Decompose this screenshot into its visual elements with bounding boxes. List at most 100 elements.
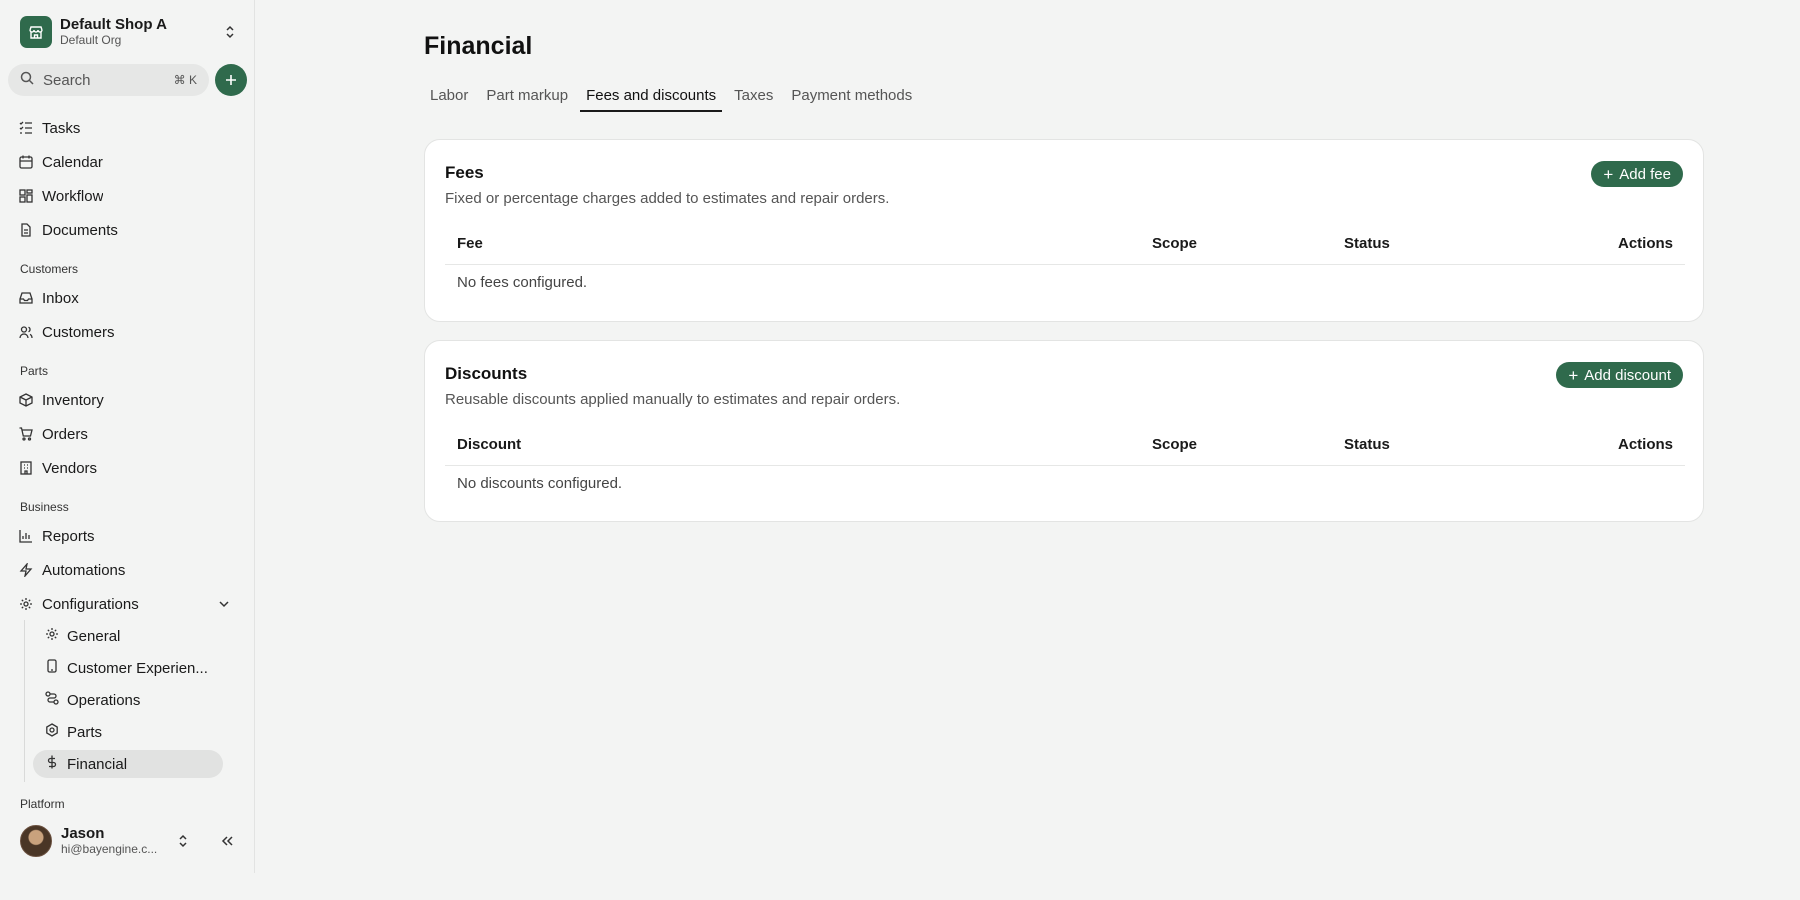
- nav-item-workflow[interactable]: Workflow: [12, 182, 238, 210]
- collapse-sidebar-icon[interactable]: [219, 833, 235, 849]
- cart-icon: [18, 426, 34, 442]
- search-icon: [20, 71, 34, 90]
- discounts-description: Reusable discounts applied manually to e…: [445, 391, 901, 408]
- sub-item-operations[interactable]: Operations: [33, 686, 223, 714]
- nav-item-documents[interactable]: Documents: [12, 216, 238, 244]
- tab-bar: Labor Part markup Fees and discounts Tax…: [424, 84, 924, 112]
- add-discount-button[interactable]: + Add discount: [1556, 362, 1683, 388]
- plus-icon: +: [1568, 365, 1579, 385]
- column-header-actions: Actions: [1617, 235, 1673, 252]
- tab-fees-and-discounts[interactable]: Fees and discounts: [580, 84, 723, 112]
- tab-taxes[interactable]: Taxes: [728, 84, 779, 112]
- fees-table-header: Fee Scope Status Actions: [445, 225, 1685, 265]
- calendar-icon: [18, 154, 34, 170]
- user-email: hi@bayengine.c...: [61, 842, 158, 856]
- nav-item-calendar[interactable]: Calendar: [12, 148, 238, 176]
- sub-item-financial[interactable]: Financial: [33, 750, 223, 778]
- sub-item-label: Operations: [67, 691, 141, 709]
- vendors-icon: [18, 460, 34, 476]
- nav-item-tasks[interactable]: Tasks: [12, 114, 238, 142]
- tab-part-markup[interactable]: Part markup: [480, 84, 574, 112]
- nav-item-automations[interactable]: Automations: [12, 556, 238, 584]
- column-header-scope: Scope: [1152, 235, 1198, 252]
- chart-icon: [18, 528, 34, 544]
- add-fee-label: Add fee: [1619, 165, 1671, 183]
- column-header-actions: Actions: [1617, 436, 1673, 453]
- nav-label: Orders: [42, 425, 88, 443]
- gear-icon: [18, 596, 34, 612]
- create-new-button[interactable]: [215, 64, 247, 96]
- add-discount-label: Add discount: [1584, 366, 1671, 384]
- search-input[interactable]: Search ⌘ K: [8, 64, 209, 96]
- operations-icon: [45, 690, 59, 710]
- column-header-status: Status: [1344, 235, 1390, 252]
- nav-label: Customers: [42, 323, 115, 341]
- customers-icon: [18, 324, 34, 340]
- sub-item-label: Customer Experien...: [67, 659, 208, 677]
- nav-label: Inventory: [42, 391, 104, 409]
- fees-description: Fixed or percentage charges added to est…: [445, 190, 890, 207]
- inbox-icon: [18, 290, 34, 306]
- group-label-parts: Parts: [20, 364, 49, 378]
- discounts-table-header: Discount Scope Status Actions: [445, 426, 1685, 466]
- user-name: Jason: [61, 825, 105, 842]
- sub-item-parts[interactable]: Parts: [33, 718, 223, 746]
- add-fee-button[interactable]: + Add fee: [1591, 161, 1683, 187]
- sub-item-customer-experience[interactable]: Customer Experien...: [33, 654, 223, 682]
- chevron-down-icon[interactable]: [218, 597, 230, 615]
- fees-title: Fees: [445, 163, 484, 182]
- nav-item-customers[interactable]: Customers: [12, 318, 238, 346]
- documents-icon: [18, 222, 34, 238]
- column-header-scope: Scope: [1152, 436, 1198, 453]
- nav-item-inventory[interactable]: Inventory: [12, 386, 238, 414]
- sub-item-label: Financial: [67, 755, 128, 773]
- plus-icon: +: [1603, 164, 1614, 184]
- sub-item-label: General: [67, 627, 121, 645]
- parts-icon: [45, 722, 59, 742]
- sub-item-general[interactable]: General: [33, 622, 223, 650]
- discounts-title: Discounts: [445, 364, 528, 383]
- phone-icon: [45, 658, 59, 678]
- gear-icon: [45, 627, 59, 646]
- group-label-customers: Customers: [20, 262, 79, 276]
- search-shortcut: ⌘ K: [173, 73, 197, 87]
- nav-label: Inbox: [42, 289, 79, 307]
- dollar-icon: [45, 755, 59, 774]
- column-header-status: Status: [1344, 436, 1390, 453]
- inventory-icon: [18, 392, 34, 408]
- nav-label: Documents: [42, 221, 118, 239]
- discounts-card: Discounts Reusable discounts applied man…: [424, 340, 1704, 522]
- fees-empty-state: No fees configured.: [457, 274, 588, 291]
- workflow-icon: [18, 188, 34, 204]
- nav-item-reports[interactable]: Reports: [12, 522, 238, 550]
- fees-card: Fees Fixed or percentage charges added t…: [424, 139, 1704, 322]
- column-header-fee: Fee: [457, 235, 483, 252]
- nav-item-inbox[interactable]: Inbox: [12, 284, 238, 312]
- org-name: Default Org: [60, 33, 122, 47]
- chevron-up-down-icon[interactable]: [222, 24, 238, 40]
- chevron-up-down-icon[interactable]: [175, 833, 191, 849]
- tab-labor[interactable]: Labor: [424, 84, 474, 112]
- nav-item-configurations[interactable]: Configurations: [12, 590, 238, 618]
- nav-label: Vendors: [42, 459, 98, 477]
- sidebar: Default Shop A Default Org Search ⌘ K Ta…: [0, 0, 255, 873]
- nav-item-vendors[interactable]: Vendors: [12, 454, 238, 482]
- nav-item-orders[interactable]: Orders: [12, 420, 238, 448]
- nav-label: Configurations: [42, 595, 139, 613]
- submenu-rail: [24, 620, 25, 782]
- nav-label: Tasks: [42, 119, 81, 137]
- sub-item-label: Parts: [67, 723, 103, 741]
- user-menu[interactable]: Jason hi@bayengine.c...: [20, 824, 242, 858]
- page-title: Financial: [424, 32, 533, 60]
- tasks-icon: [18, 120, 34, 136]
- group-label-platform: Platform: [20, 797, 65, 811]
- nav-label: Workflow: [42, 187, 104, 205]
- shop-switcher[interactable]: Default Shop A Default Org: [20, 16, 238, 48]
- tab-payment-methods[interactable]: Payment methods: [785, 84, 918, 112]
- search-placeholder: Search: [43, 71, 91, 89]
- column-header-discount: Discount: [457, 436, 522, 453]
- avatar: [20, 825, 52, 857]
- discounts-empty-state: No discounts configured.: [457, 475, 623, 492]
- group-label-business: Business: [20, 500, 69, 514]
- nav-label: Calendar: [42, 153, 103, 171]
